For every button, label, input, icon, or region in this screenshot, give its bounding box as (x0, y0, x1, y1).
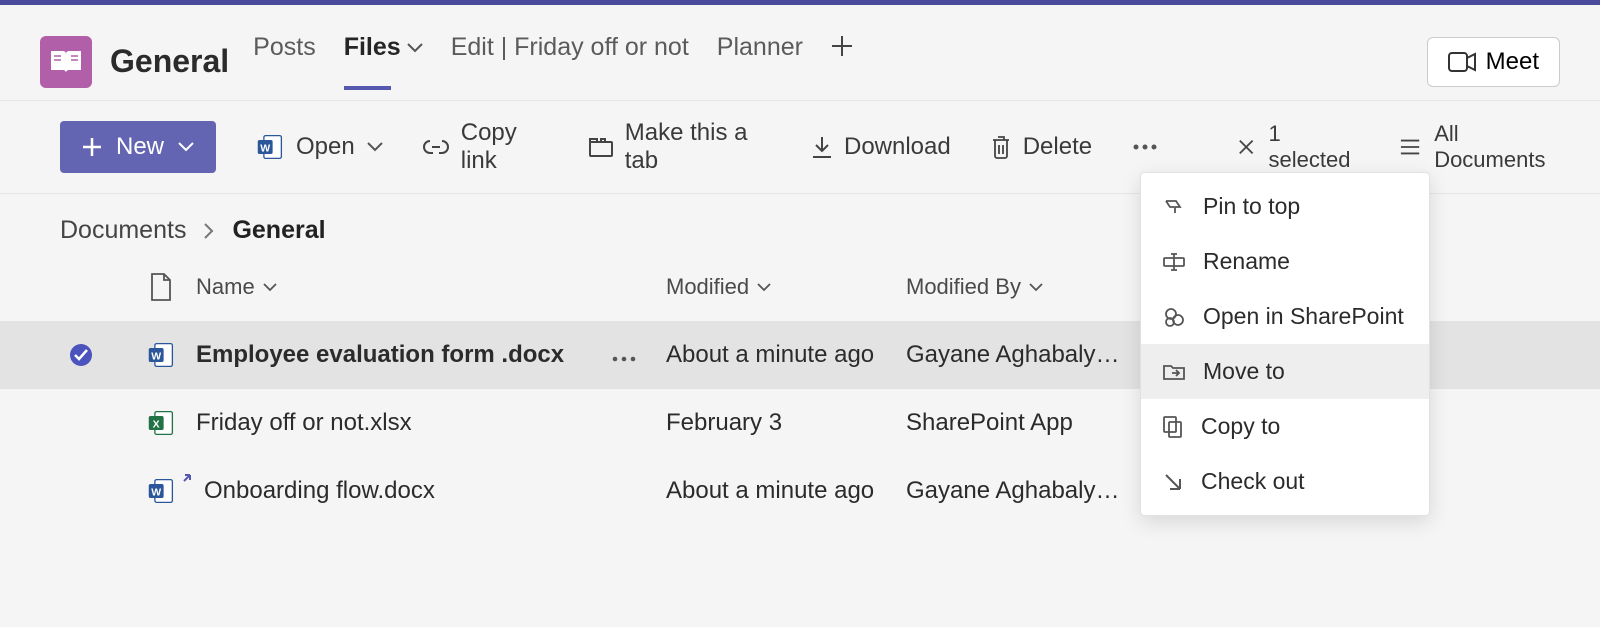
breadcrumb-root[interactable]: Documents (60, 216, 186, 245)
add-tab-button[interactable] (831, 32, 853, 92)
menu-check-out[interactable]: Check out (1141, 454, 1429, 509)
ellipsis-icon (1132, 143, 1158, 151)
open-button[interactable]: W Open (256, 133, 383, 161)
menu-copy-to[interactable]: Copy to (1141, 399, 1429, 454)
sharepoint-icon (1163, 306, 1185, 328)
excel-file-icon: X (147, 409, 175, 437)
file-modified: February 3 (666, 409, 906, 437)
copy-link-label: Copy link (461, 119, 549, 175)
menu-item-label: Copy to (1201, 413, 1280, 440)
meet-button[interactable]: Meet (1427, 37, 1560, 87)
download-button[interactable]: Download (812, 133, 951, 161)
download-label: Download (844, 133, 951, 161)
close-icon[interactable] (1238, 138, 1254, 156)
chevron-down-icon (367, 142, 383, 152)
download-icon (812, 136, 832, 158)
tab-files[interactable]: Files (344, 33, 423, 90)
file-modified: About a minute ago (666, 341, 906, 369)
chevron-down-icon (1029, 283, 1043, 292)
file-name[interactable]: Employee evaluation form .docx (196, 341, 564, 369)
link-icon (423, 138, 449, 156)
file-modified: About a minute ago (666, 477, 906, 505)
chevron-down-icon (757, 283, 771, 292)
chevron-down-icon (263, 283, 277, 292)
selected-count-label: 1 selected (1269, 121, 1361, 173)
tab-posts[interactable]: Posts (253, 33, 316, 90)
team-avatar (40, 36, 92, 88)
channel-header: General Posts Files Edit | Friday off or… (0, 5, 1600, 100)
word-file-icon: W (147, 341, 175, 369)
svg-text:W: W (151, 486, 161, 498)
delete-button[interactable]: Delete (991, 133, 1092, 161)
col-icon (126, 273, 196, 301)
chevron-down-icon (407, 43, 423, 53)
new-button-label: New (116, 133, 164, 161)
breadcrumb-current: General (232, 216, 325, 245)
file-icon (150, 273, 172, 301)
menu-rename[interactable]: Rename (1141, 234, 1429, 289)
col-modified[interactable]: Modified (666, 274, 906, 300)
book-icon (49, 49, 83, 75)
ellipsis-icon (612, 356, 636, 362)
col-name-label: Name (196, 274, 255, 300)
file-name[interactable]: Friday off or not.xlsx (196, 409, 412, 437)
tab-icon (589, 137, 613, 157)
move-icon (1163, 363, 1185, 381)
plus-icon (82, 137, 102, 157)
list-icon (1400, 138, 1420, 156)
tab-planner[interactable]: Planner (717, 33, 803, 90)
svg-text:W: W (260, 142, 270, 154)
rename-icon (1163, 253, 1185, 271)
col-modifiedby-label: Modified By (906, 274, 1021, 300)
menu-open-sharepoint[interactable]: Open in SharePoint (1141, 289, 1429, 344)
channel-name: General (110, 43, 229, 80)
plus-icon (831, 35, 853, 57)
menu-item-label: Pin to top (1203, 193, 1300, 220)
trash-icon (991, 135, 1011, 159)
menu-pin-to-top[interactable]: Pin to top (1141, 179, 1429, 234)
new-button[interactable]: New (60, 121, 216, 173)
meet-button-label: Meet (1486, 48, 1539, 76)
copy-link-button[interactable]: Copy link (423, 119, 549, 175)
delete-label: Delete (1023, 133, 1092, 161)
selected-check-icon[interactable] (68, 342, 94, 368)
menu-item-label: Open in SharePoint (1203, 303, 1404, 330)
word-file-icon: W (147, 477, 175, 505)
word-icon: W (256, 133, 284, 161)
view-switcher-label: All Documents (1434, 121, 1564, 173)
file-name[interactable]: Onboarding flow.docx (204, 477, 435, 505)
chevron-right-icon (204, 223, 214, 239)
chevron-down-icon (178, 142, 194, 152)
tab-edit[interactable]: Edit | Friday off or not (451, 33, 689, 90)
menu-item-label: Check out (1201, 468, 1305, 495)
checkout-indicator-icon (178, 473, 192, 487)
tab-files-label: Files (344, 33, 401, 62)
col-name[interactable]: Name (196, 274, 666, 300)
video-icon (1448, 52, 1476, 72)
menu-move-to[interactable]: Move to (1141, 344, 1429, 399)
context-menu: Pin to top Rename Open in SharePoint Mov… (1140, 172, 1430, 516)
svg-text:W: W (151, 350, 161, 362)
pin-icon (1163, 197, 1185, 217)
make-tab-label: Make this a tab (625, 119, 772, 175)
checkout-icon (1163, 472, 1183, 492)
make-tab-button[interactable]: Make this a tab (589, 119, 772, 175)
menu-item-label: Rename (1203, 248, 1290, 275)
row-more-button[interactable] (612, 341, 636, 369)
copy-icon (1163, 416, 1183, 438)
more-button[interactable] (1132, 143, 1158, 151)
menu-item-label: Move to (1203, 358, 1285, 385)
svg-text:X: X (153, 418, 160, 430)
open-button-label: Open (296, 133, 355, 161)
col-modified-label: Modified (666, 274, 749, 300)
view-switcher[interactable]: All Documents (1400, 121, 1564, 173)
selected-count[interactable]: 1 selected (1238, 121, 1360, 173)
